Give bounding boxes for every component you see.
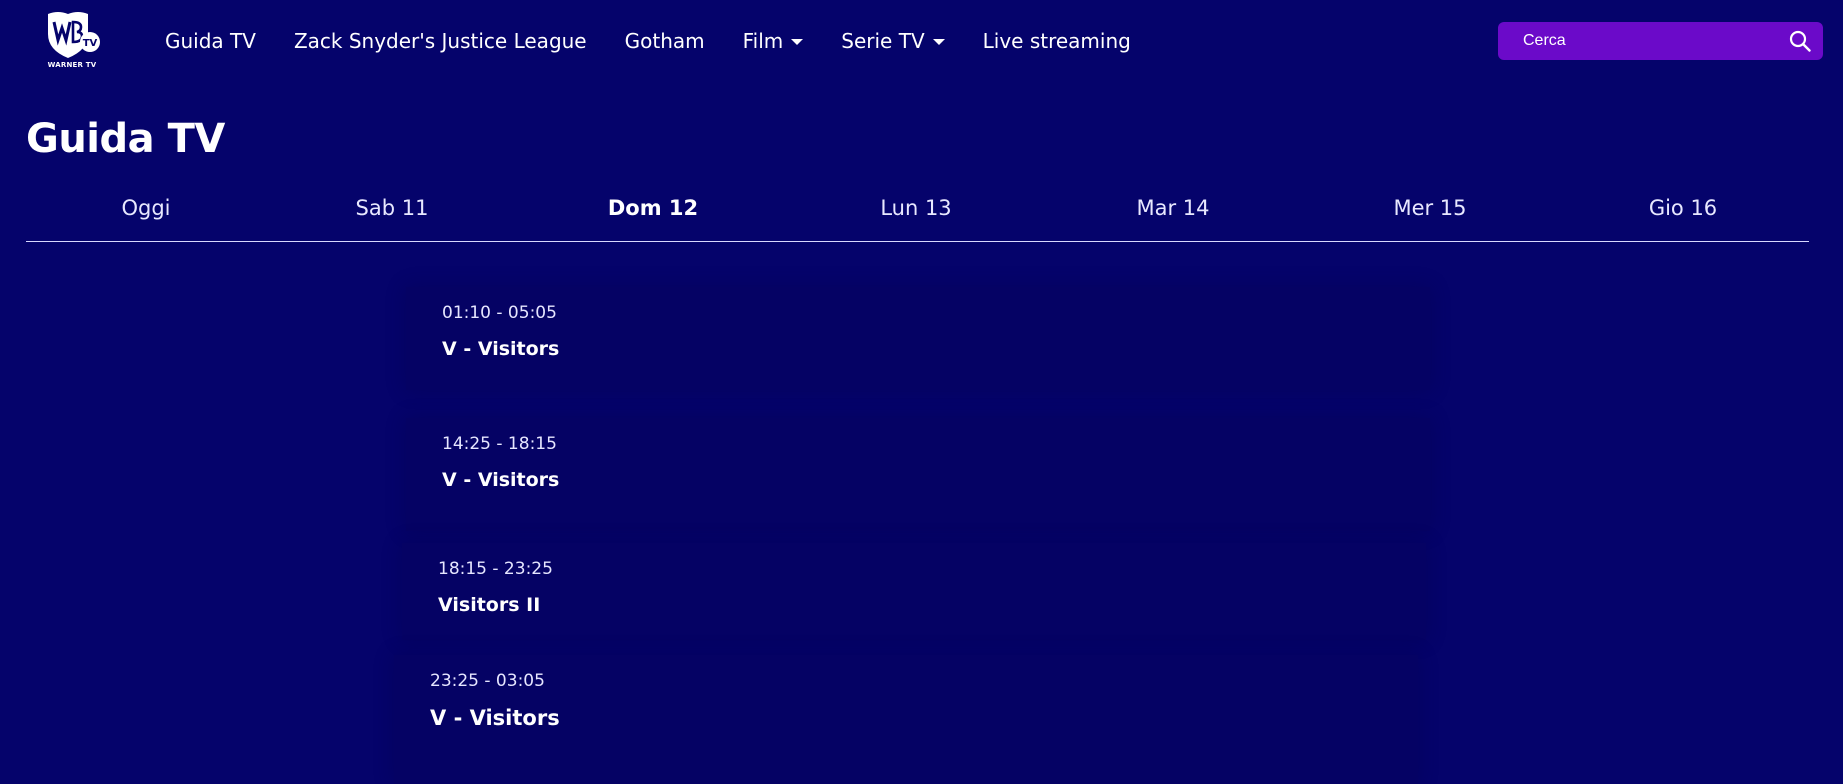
logo-caption: WARNER TV [47,61,97,69]
schedule-title: V - Visitors [442,469,560,491]
schedule-time: 14:25 - 18:15 [442,434,557,454]
warner-tv-logo[interactable]: TV WARNER TV [44,10,104,72]
page: TV WARNER TV Guida TV Zack Snyder's Just… [0,0,1843,784]
schedule-time: 18:15 - 23:25 [438,559,553,579]
wb-shield-icon: TV [48,12,100,58]
schedule-list: 01:10 - 05:05 V - Visitors 14:25 - 18:15… [0,0,1843,784]
nav-item-gotham[interactable]: Gotham [625,29,705,53]
nav-item-label: Live streaming [982,29,1131,53]
nav-item-justice-league[interactable]: Zack Snyder's Justice League [294,29,587,53]
schedule-title: V - Visitors [430,706,560,730]
nav-item-label: Serie TV [841,29,925,53]
search-icon[interactable] [1789,30,1811,52]
site-header: TV WARNER TV Guida TV Zack Snyder's Just… [0,0,1843,82]
schedule-item[interactable]: 18:15 - 23:25 Visitors II [402,543,1426,640]
tab-mer-15[interactable]: Mer 15 [1330,196,1530,220]
tab-gio-16[interactable]: Gio 16 [1583,196,1783,220]
schedule-time: 01:10 - 05:05 [442,303,557,323]
nav-item-label: Gotham [624,29,705,53]
nav-item-live-streaming[interactable]: Live streaming [983,29,1131,53]
schedule-title: V - Visitors [442,338,560,360]
nav-item-guida-tv[interactable]: Guida TV [165,29,256,53]
tab-mar-14[interactable]: Mar 14 [1073,196,1273,220]
nav-item-serie-tv[interactable]: Serie TV [841,29,945,53]
schedule-item[interactable]: 23:25 - 03:05 V - Visitors [394,655,1418,784]
chevron-down-icon [791,39,804,45]
schedule-item[interactable]: 14:25 - 18:15 V - Visitors [406,418,1430,531]
tab-dom-12[interactable]: Dom 12 [553,196,753,220]
nav-item-label: Zack Snyder's Justice League [293,29,587,53]
nav-item-label: Film [742,29,784,53]
tab-oggi[interactable]: Oggi [46,196,246,220]
main-nav: Guida TV Zack Snyder's Justice League Go… [165,24,1169,58]
tab-lun-13[interactable]: Lun 13 [816,196,1016,220]
svg-text:TV: TV [83,38,98,49]
day-tabs: Oggi Sab 11 Dom 12 Lun 13 Mar 14 Mer 15 … [26,196,1809,242]
schedule-time: 23:25 - 03:05 [430,671,545,691]
schedule-title: Visitors II [438,594,541,616]
search-box [1498,22,1823,60]
chevron-down-icon [932,39,945,45]
schedule-item[interactable]: 01:10 - 05:05 V - Visitors [406,287,1430,390]
tab-sab-11[interactable]: Sab 11 [292,196,492,220]
page-title: Guida TV [26,116,225,162]
nav-item-film[interactable]: Film [743,29,804,53]
nav-item-label: Guida TV [165,29,256,53]
search-input[interactable] [1498,22,1778,60]
